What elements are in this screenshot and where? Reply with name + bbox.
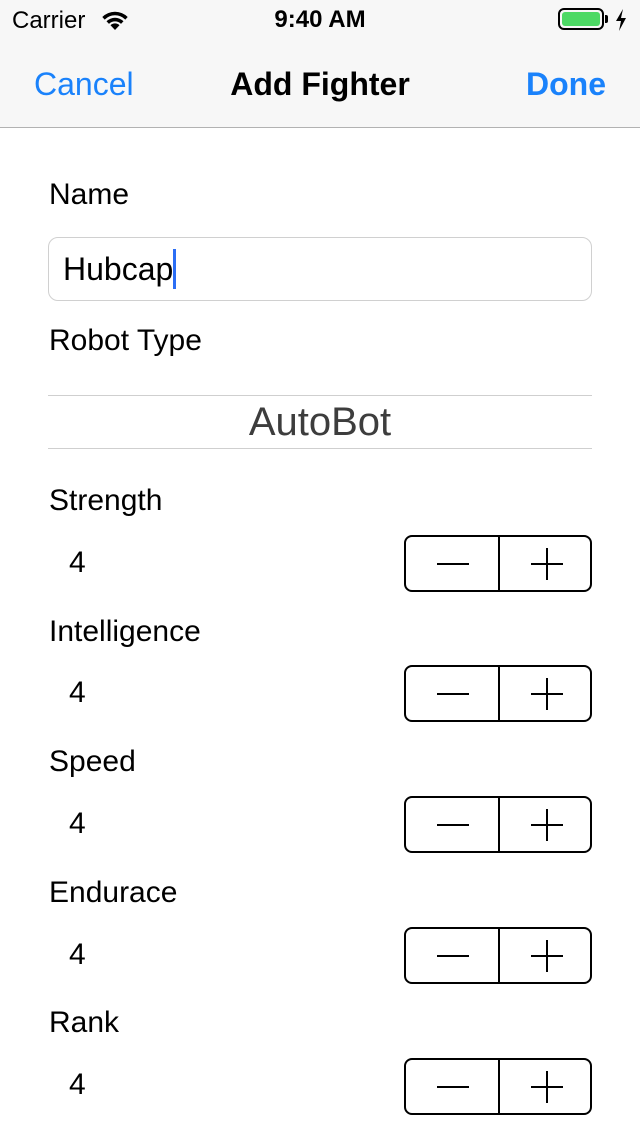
endurance-increment-button[interactable]: [500, 929, 590, 982]
rank-decrement-button[interactable]: [406, 1060, 498, 1113]
strength-stepper[interactable]: [404, 535, 592, 592]
status-time: 9:40 AM: [274, 6, 366, 33]
speed-label: Speed: [49, 745, 136, 778]
strength-increment-button[interactable]: [500, 537, 590, 590]
intelligence-increment-button[interactable]: [500, 667, 590, 720]
intelligence-stepper[interactable]: [404, 665, 592, 722]
battery-icon: [558, 8, 608, 32]
rank-increment-button[interactable]: [500, 1060, 590, 1113]
rank-value: 4: [69, 1068, 86, 1101]
speed-decrement-button[interactable]: [406, 798, 498, 851]
endurance-label: Endurace: [49, 876, 178, 909]
picker-bottom-divider: [48, 448, 592, 449]
name-label: Name: [49, 178, 130, 211]
name-field[interactable]: Hubcap: [48, 237, 592, 301]
picker-top-divider: [48, 395, 592, 396]
intelligence-decrement-button[interactable]: [406, 667, 498, 720]
speed-value: 4: [69, 807, 86, 840]
intelligence-value: 4: [69, 676, 86, 709]
speed-stepper[interactable]: [404, 796, 592, 853]
text-cursor: [173, 248, 177, 289]
rank-stepper[interactable]: [404, 1058, 592, 1115]
charging-bolt-icon: [614, 8, 628, 37]
strength-decrement-button[interactable]: [406, 537, 498, 590]
strength-value: 4: [69, 546, 86, 579]
endurance-stepper[interactable]: [404, 927, 592, 984]
done-button[interactable]: Done: [526, 66, 606, 103]
robot-type-label: Robot Type: [49, 324, 202, 357]
rank-label: Rank: [49, 1006, 120, 1039]
intelligence-label: Intelligence: [49, 615, 201, 648]
endurance-decrement-button[interactable]: [406, 929, 498, 982]
strength-label: Strength: [49, 484, 163, 517]
name-field-value: Hubcap: [63, 251, 174, 287]
status-bar: Carrier 9:40 AM: [0, 0, 640, 40]
robot-type-picker[interactable]: AutoBot: [48, 400, 592, 445]
speed-increment-button[interactable]: [500, 798, 590, 851]
endurance-value: 4: [69, 938, 86, 971]
